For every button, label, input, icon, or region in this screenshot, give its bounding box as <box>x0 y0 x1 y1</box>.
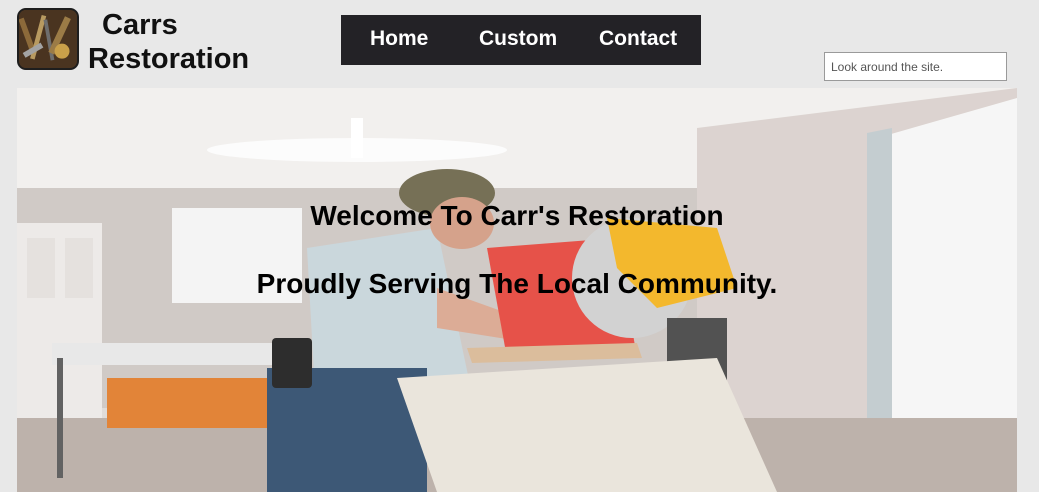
hero-subheading: Proudly Serving The Local Community. <box>256 268 778 299</box>
main-nav: Home Custom Contact <box>341 15 701 65</box>
nav-item-custom[interactable]: Custom <box>479 27 557 51</box>
site-brand[interactable]: Carrs Restoration <box>88 8 249 76</box>
nav-item-home[interactable]: Home <box>370 27 428 51</box>
brand-line-1: Carrs <box>102 9 178 41</box>
brand-line-2: Restoration <box>88 43 250 75</box>
page: Carrs Restoration Home Custom Contact Lo… <box>0 0 1039 492</box>
hero-banner: Welcome To Carr's Restoration Proudly Se… <box>17 88 1017 492</box>
hero-heading: Welcome To Carr's Restoration <box>310 200 724 231</box>
tools-logo-icon[interactable] <box>17 8 79 70</box>
tools-logo-graphic <box>19 10 77 68</box>
search-input[interactable] <box>824 52 1007 81</box>
nav-item-contact[interactable]: Contact <box>599 27 677 51</box>
